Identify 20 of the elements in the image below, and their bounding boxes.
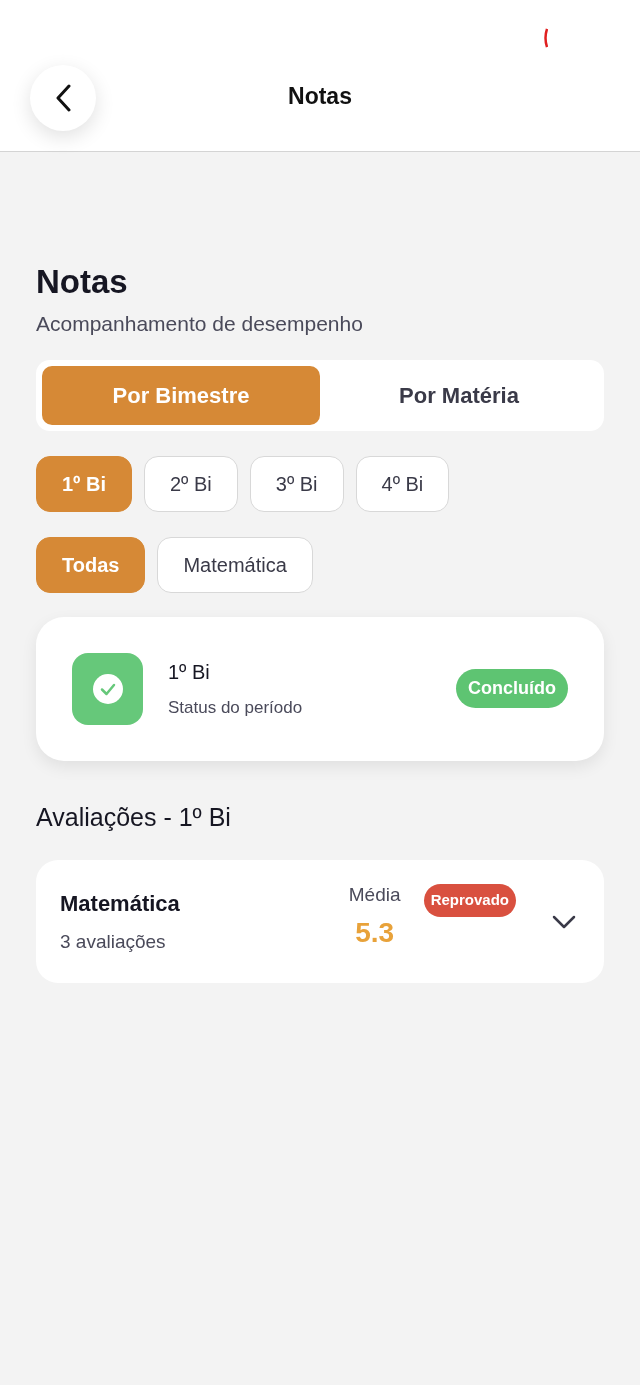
result-badge: Reprovado [423,884,516,917]
subject-card[interactable]: Matemática 3 avaliações Média 5.3 Reprovado [36,860,604,983]
section-title: Avaliações - 1º Bi [36,801,232,833]
average-value: 5.3 [355,915,395,950]
assessment-count: 3 avaliações [60,929,167,954]
arc-icon [544,28,548,48]
average-label: Média [348,883,401,908]
subject-name: Matemática [60,889,181,918]
period-subtitle: Status do período [168,696,304,719]
filter-chip[interactable]: 3º Bi [249,455,344,512]
page-subtitle: Acompanhamento de desempenho [36,311,364,337]
filter-chip[interactable]: 2º Bi [144,455,238,512]
filter-chip[interactable]: 4º Bi [355,455,450,512]
screen-title: Notas [288,81,352,111]
check-circle-icon [92,673,123,704]
chevron-down-icon[interactable] [552,914,576,929]
period-title: 1º Bi [168,659,211,685]
filter-chip[interactable]: Matemática [157,536,313,593]
status-badge: Concluído [456,669,568,708]
page-title: Notas [36,262,129,302]
